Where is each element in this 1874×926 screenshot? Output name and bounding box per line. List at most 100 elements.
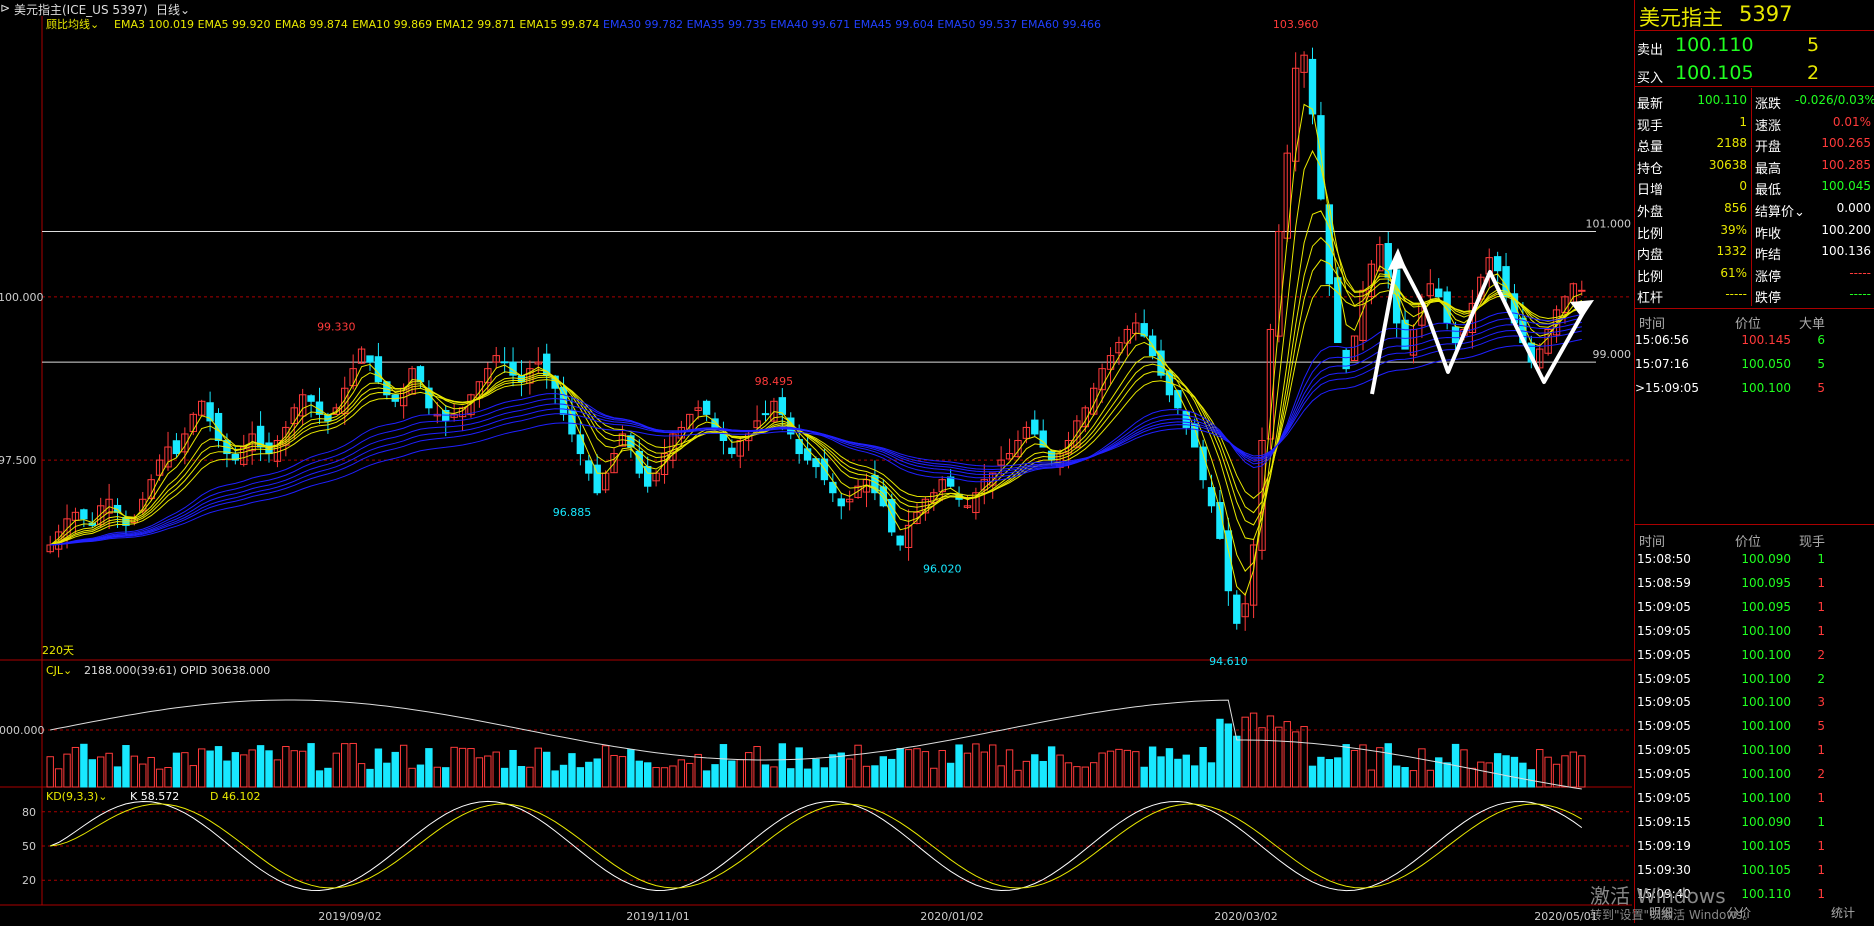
volume-bar [1359,744,1367,788]
tick-qty: 1 [1817,599,1825,614]
x-axis-label: 2020/03/02 [1214,910,1277,923]
candle [1401,319,1409,350]
ask-row: 卖出 100.110 5 [1635,34,1874,58]
ema-line-ema12 [50,259,1582,546]
volume-bar [265,750,273,788]
big-order-row[interactable]: 15:07:16 100.050 5 [1635,354,1874,376]
stat-value: 100.136 [1821,244,1871,259]
volume-bar [1493,753,1502,788]
chevron-down-icon: ⌄ [180,3,191,17]
tab-stats[interactable]: 统计 [1831,904,1855,921]
volume-bar [97,756,105,788]
tick-row[interactable]: 15:09:05 100.095 1 [1635,597,1874,619]
volume-bar [1300,726,1308,788]
volume-bar [240,754,248,788]
volume-bar [399,744,408,788]
stat-label: 现手 [1637,118,1664,134]
ask-qty: 5 [1807,34,1820,56]
stat-label: 最新 [1637,97,1664,112]
volume-bar [1165,748,1174,788]
volume-bar [231,752,240,788]
volume-bar [164,767,172,788]
tick-row[interactable]: 15:08:50 100.090 1 [1635,549,1874,571]
reference-line-label: 101.000 [1586,218,1632,231]
stat-label: 总量 [1637,140,1664,156]
tick-price: 100.100 [1741,647,1791,662]
ema-legend: EMA8 99.874 [275,18,348,31]
tick-row[interactable]: 15:09:05 100.100 2 [1635,645,1874,667]
ema-line-ema35 [50,317,1582,546]
volume-bar [1005,749,1014,788]
stats-row: 总量 2188 开盘 100.265 [1635,133,1874,155]
order-qty: 5 [1817,357,1825,371]
candle [1578,289,1586,292]
volume-bar [1460,749,1468,788]
volume-bar [155,768,164,788]
tick-row[interactable]: 15:09:15 100.090 1 [1635,812,1874,834]
volume-bar [1098,752,1106,788]
extreme-label: 99.330 [317,321,356,334]
volume-bar [551,770,559,788]
volume-bar [871,765,879,788]
kline-chart[interactable]: 100.000 97.500 101.000 99.000 103.960 99.330 9… [0,0,1634,923]
volume-bar [1519,762,1527,788]
tick-row[interactable]: 15:09:05 100.100 2 [1635,764,1874,786]
volume-bar [1552,763,1561,788]
candle [896,535,904,546]
stat-value: 100.110 [1697,93,1747,107]
tick-qty: 1 [1817,814,1825,829]
tick-price: 100.095 [1741,599,1791,614]
volume-bar [930,767,938,788]
tick-row[interactable]: 15:09:05 100.100 5 [1635,716,1874,738]
big-order-row[interactable]: >15:09:05 100.100 5 [1635,378,1874,400]
x-axis-label: 2019/09/02 [318,910,381,923]
menu-arrow-icon[interactable]: ⊳ [0,1,10,15]
list-header: 时间 价位 大单 [1635,310,1874,332]
chart-area[interactable]: 100.000 97.500 101.000 99.000 103.960 99.330 9… [0,0,1634,923]
volume-bar [938,750,946,788]
big-order-row[interactable]: 15:06:56 100.145 6 [1635,330,1874,352]
tick-row[interactable]: 15:09:19 100.105 1 [1635,836,1874,858]
tick-row[interactable]: 15:09:05 100.100 1 [1635,788,1874,810]
candle [728,447,736,455]
bid-label: 买入 [1637,71,1664,86]
volume-bar [1249,712,1258,788]
candle [1334,277,1342,344]
tick-qty: 1 [1817,623,1825,638]
tick-row[interactable]: 15:09:05 100.100 2 [1635,669,1874,691]
order-price: 100.100 [1741,381,1791,395]
stat-value: 0.01% [1832,114,1871,129]
tick-row[interactable]: 15:08:59 100.095 1 [1635,573,1874,595]
volume-bar [1090,762,1098,788]
stat-label: 持仓 [1637,161,1664,177]
volume-bar [1275,726,1283,788]
volume-bar [189,765,197,788]
col-qty: 现手 [1799,535,1826,550]
volume-bar [492,751,500,788]
stat-label: 昨结 [1755,248,1782,264]
tick-row[interactable]: 15:09:05 100.100 1 [1635,740,1874,762]
volume-bar [677,759,686,788]
volume-bar [391,751,399,788]
tick-price: 100.110 [1741,886,1791,901]
period-label: 日线 [156,3,181,17]
order-price: 100.050 [1741,357,1791,371]
tick-row[interactable]: 15:09:05 100.100 1 [1635,621,1874,643]
tick-row[interactable]: 15:09:30 100.105 1 [1635,860,1874,882]
volume-bar [1056,754,1064,788]
stat-value: 100.285 [1821,157,1871,172]
volume-bar [1283,721,1291,788]
volume-bar [315,770,324,788]
ema-line-ema3 [49,103,1582,597]
tick-time: 15:09:05 [1637,623,1691,638]
kd-y-label: 50 [22,840,36,853]
candle [778,397,787,415]
volume-bar [256,745,265,788]
volume-bar [1031,754,1039,788]
volume-bar [1392,765,1401,788]
stats-row: 杠杆 ----- 跌停 ----- [1635,284,1874,306]
extreme-label: 96.885 [553,506,592,519]
tick-row[interactable]: 15:09:05 100.100 3 [1635,692,1874,714]
stat-label: 速涨 [1755,118,1782,134]
period-selector[interactable]: 日线⌄ [156,1,190,18]
